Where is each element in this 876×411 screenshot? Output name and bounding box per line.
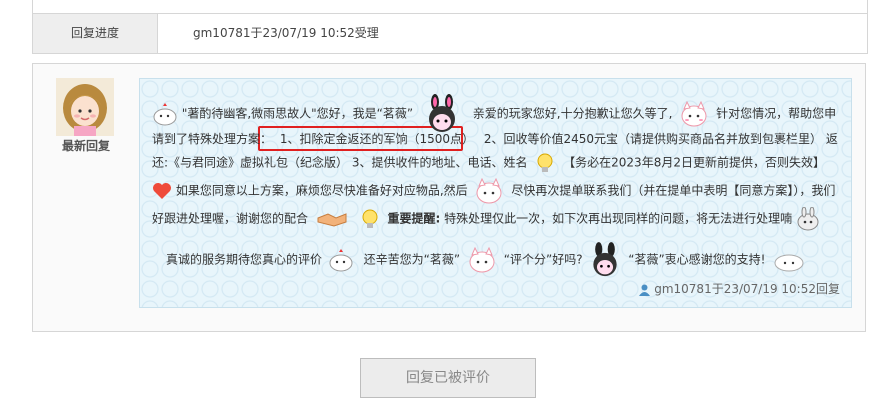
bunny-girl-emoji-icon — [428, 94, 455, 132]
reply-line-6b: 还辛苦您为“茗薇” — [363, 252, 461, 267]
reply-line-1a: "著酌待幽客,微雨思故人"您好，我是“茗薇” — [181, 106, 414, 121]
reply-line-3b: 【务必在2023年8月2日更新前提供，否则失效】 — [563, 155, 825, 170]
reply-line-3a: 还:《与君同途》虚拟礼包（纪念版） 3、提供收件的地址、电话、姓名 — [152, 155, 528, 170]
reply-line-4a: 如果您同意以上方案，麻烦您尽快准备好对应物品,然后 — [175, 183, 468, 198]
highlighted-text: 1、扣除定金返还的军饷（1500点） — [279, 132, 475, 146]
progress-value: gm10781于23/07/19 10:52受理 — [193, 26, 379, 40]
heart-emoji-icon — [153, 183, 171, 199]
progress-label: 回复进度 — [33, 14, 158, 53]
reply-line-2a: 请到了特殊处理方案： — [152, 132, 273, 146]
reply-rated-button[interactable]: 回复已被评价 — [360, 358, 536, 398]
rabbit-emoji-icon — [797, 207, 819, 231]
reply-line-5b: 特殊处理仅此一次，如下次再出现同样的问题，将无法进行处理喃 — [444, 211, 793, 226]
cat-emoji-icon-3 — [469, 247, 495, 273]
gm-avatar-icon — [56, 78, 114, 136]
reply-line-4b: 尽快再次提单联系我们（并在提单中表明【同意方案】），我们 — [511, 183, 836, 198]
signature-text: gm10781于23/07/19 10:52回复 — [654, 282, 840, 296]
reply-line-6d: “茗薇”衷心感谢您的支持! — [628, 252, 766, 267]
reply-line-6a: 真诚的服务期待您真心的评价 — [166, 252, 323, 267]
bunny-girl-emoji-icon-2 — [593, 242, 618, 277]
cloud-emoji-icon — [774, 254, 804, 272]
reply-line-2b: 2、回收等价值2450元宝（请提供购买商品名并放到包裹栏里） 返 — [483, 132, 838, 146]
bun-emoji-icon — [153, 103, 177, 126]
reply-line-1c: 针对您情况，帮助您申 — [716, 106, 837, 121]
handshake-emoji-icon — [317, 213, 347, 227]
user-icon — [639, 284, 651, 296]
bun-emoji-icon-2 — [329, 249, 353, 272]
lightbulb-emoji-icon — [537, 153, 553, 172]
reply-line-6c: “评个分”好吗? — [503, 252, 583, 267]
lightbulb-emoji-icon-2 — [362, 209, 378, 228]
reply-line-5a: 好跟进处理喔，谢谢您的配合 — [152, 211, 309, 226]
cat-emoji-icon-2 — [476, 178, 502, 204]
reply-progress-row: 回复进度 gm10781于23/07/19 10:52受理 — [32, 14, 868, 54]
reply-line-1b: 亲爱的玩家您好,十分抱歉让您久等了, — [472, 106, 673, 121]
reply-signature: gm10781于23/07/19 10:52回复 — [639, 280, 840, 297]
previous-section-frame — [32, 0, 868, 14]
important-reminder-label: 重要提醒: — [387, 211, 441, 226]
cat-emoji-icon — [681, 101, 707, 127]
latest-reply-label: 最新回复 — [61, 139, 110, 153]
